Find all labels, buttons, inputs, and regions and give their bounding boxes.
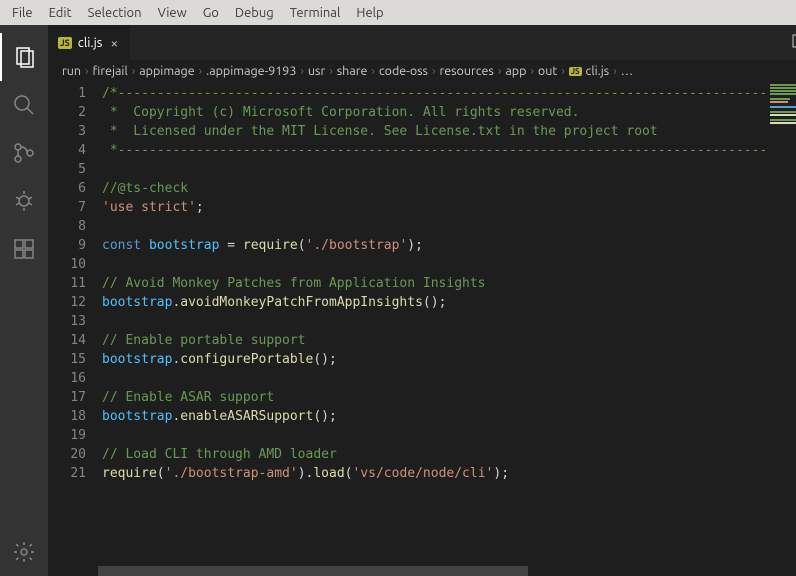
editor-body[interactable]: 123456789101112131415161718192021 /*----… <box>48 82 796 576</box>
debug-icon[interactable] <box>0 177 48 225</box>
tab-bar: JS cli.js × <box>48 25 796 60</box>
breadcrumb-segment[interactable]: firejail <box>93 64 128 78</box>
extensions-icon[interactable] <box>0 225 48 273</box>
line-number: 15 <box>48 350 86 369</box>
menubar: FileEditSelectionViewGoDebugTerminalHelp <box>0 0 796 25</box>
menu-edit[interactable]: Edit <box>41 2 80 24</box>
chevron-right-icon: › <box>613 64 617 78</box>
search-icon[interactable] <box>0 81 48 129</box>
menu-selection[interactable]: Selection <box>80 2 150 24</box>
line-number: 12 <box>48 293 86 312</box>
horizontal-scrollbar[interactable] <box>98 566 528 576</box>
menu-terminal[interactable]: Terminal <box>282 2 349 24</box>
breadcrumb-segment[interactable]: out <box>538 64 557 78</box>
line-number: 8 <box>48 217 86 236</box>
breadcrumb-segment[interactable]: run <box>62 64 81 78</box>
breadcrumb-segment[interactable]: resources <box>440 64 494 78</box>
line-number: 14 <box>48 331 86 350</box>
breadcrumb-segment[interactable]: share <box>337 64 368 78</box>
tab-actions <box>782 25 796 60</box>
line-number: 3 <box>48 122 86 141</box>
js-badge-icon: JS <box>569 67 582 76</box>
chevron-right-icon: › <box>199 64 203 78</box>
breadcrumb[interactable]: run›firejail›appimage›.appimage-9193›usr… <box>48 60 796 82</box>
menu-debug[interactable]: Debug <box>227 2 282 24</box>
line-number: 5 <box>48 160 86 179</box>
main: JS cli.js × run›firejail›appimage›.appim… <box>0 25 796 576</box>
line-number: 21 <box>48 464 86 483</box>
line-number: 16 <box>48 369 86 388</box>
activity-bar <box>0 25 48 576</box>
code-content[interactable]: /*--------------------------------------… <box>98 82 796 576</box>
breadcrumb-segment[interactable]: code-oss <box>379 64 428 78</box>
breadcrumb-segment[interactable]: appimage <box>139 64 194 78</box>
editor-area: JS cli.js × run›firejail›appimage›.appim… <box>48 25 796 576</box>
chevron-right-icon: › <box>561 64 565 78</box>
breadcrumb-segment[interactable]: app <box>505 64 526 78</box>
chevron-right-icon: › <box>371 64 375 78</box>
menu-help[interactable]: Help <box>348 2 391 24</box>
chevron-right-icon: › <box>300 64 304 78</box>
split-editor-icon[interactable] <box>792 33 796 52</box>
breadcrumb-segment[interactable]: .appimage-9193 <box>206 64 296 78</box>
js-badge-icon: JS <box>58 37 72 49</box>
gear-icon[interactable] <box>0 528 48 576</box>
line-number: 20 <box>48 445 86 464</box>
line-number: 19 <box>48 426 86 445</box>
scm-icon[interactable] <box>0 129 48 177</box>
line-number: 9 <box>48 236 86 255</box>
breadcrumb-overflow[interactable]: … <box>621 64 633 78</box>
line-number: 2 <box>48 103 86 122</box>
menu-view[interactable]: View <box>150 2 195 24</box>
chevron-right-icon: › <box>498 64 502 78</box>
menu-file[interactable]: File <box>4 2 41 24</box>
line-number: 1 <box>48 84 86 103</box>
tab-label: cli.js <box>78 36 103 50</box>
line-number: 11 <box>48 274 86 293</box>
line-number: 4 <box>48 141 86 160</box>
line-gutter: 123456789101112131415161718192021 <box>48 82 98 576</box>
chevron-right-icon: › <box>432 64 436 78</box>
breadcrumb-file[interactable]: cli.js <box>586 64 610 78</box>
chevron-right-icon: › <box>85 64 89 78</box>
chevron-right-icon: › <box>329 64 333 78</box>
breadcrumb-segment[interactable]: usr <box>308 64 325 78</box>
tab-cli-js[interactable]: JS cli.js × <box>48 25 131 60</box>
line-number: 6 <box>48 179 86 198</box>
chevron-right-icon: › <box>530 64 534 78</box>
menu-go[interactable]: Go <box>195 2 227 24</box>
line-number: 18 <box>48 407 86 426</box>
line-number: 13 <box>48 312 86 331</box>
line-number: 10 <box>48 255 86 274</box>
line-number: 17 <box>48 388 86 407</box>
close-icon[interactable]: × <box>108 35 120 51</box>
explorer-icon[interactable] <box>0 33 48 81</box>
line-number: 7 <box>48 198 86 217</box>
chevron-right-icon: › <box>132 64 136 78</box>
